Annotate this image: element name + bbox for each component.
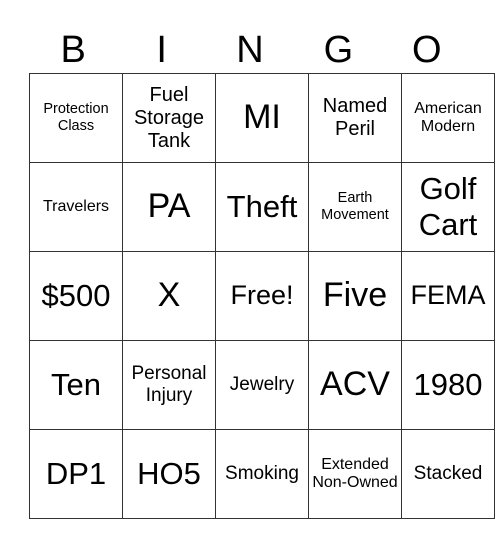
bingo-header: B I N G O: [29, 28, 471, 72]
bingo-cell free-space[interactable]: Free!: [215, 251, 309, 341]
bingo-cell[interactable]: Jewelry: [215, 340, 309, 430]
grid-row: Travelers PA Theft Earth Movement Golf C…: [29, 162, 495, 252]
bingo-cell[interactable]: Extended Non-Owned: [308, 429, 402, 519]
bingo-cell[interactable]: DP1: [29, 429, 123, 519]
bingo-cell[interactable]: Smoking: [215, 429, 309, 519]
grid-row: Ten Personal Injury Jewelry ACV 1980: [29, 340, 495, 430]
header-letter-g: G: [323, 29, 354, 71]
bingo-cell[interactable]: X: [122, 251, 216, 341]
bingo-cell[interactable]: Five: [308, 251, 402, 341]
bingo-cell[interactable]: 1980: [401, 340, 495, 430]
bingo-cell[interactable]: Earth Movement: [308, 162, 402, 252]
bingo-cell[interactable]: Travelers: [29, 162, 123, 252]
bingo-cell[interactable]: PA: [122, 162, 216, 252]
grid-row: DP1 HO5 Smoking Extended Non-Owned Stack…: [29, 429, 495, 519]
grid-row: $500 X Free! Five FEMA: [29, 251, 495, 341]
bingo-cell[interactable]: Ten: [29, 340, 123, 430]
bingo-cell[interactable]: Protection Class: [29, 73, 123, 163]
header-letter-i: I: [156, 29, 167, 71]
header-letter-n: N: [236, 29, 264, 71]
header-letter-o: O: [412, 29, 442, 71]
bingo-cell[interactable]: Named Peril: [308, 73, 402, 163]
bingo-cell[interactable]: Personal Injury: [122, 340, 216, 430]
bingo-cell[interactable]: Stacked: [401, 429, 495, 519]
bingo-grid: Protection Class Fuel Storage Tank MI Na…: [29, 73, 495, 519]
bingo-cell[interactable]: Theft: [215, 162, 309, 252]
grid-row: Protection Class Fuel Storage Tank MI Na…: [29, 73, 495, 163]
bingo-cell[interactable]: Fuel Storage Tank: [122, 73, 216, 163]
bingo-cell[interactable]: HO5: [122, 429, 216, 519]
bingo-cell[interactable]: ACV: [308, 340, 402, 430]
bingo-cell[interactable]: $500: [29, 251, 123, 341]
header-letter-b: B: [60, 29, 86, 71]
bingo-cell[interactable]: MI: [215, 73, 309, 163]
bingo-cell[interactable]: Golf Cart: [401, 162, 495, 252]
bingo-cell[interactable]: American Modern: [401, 73, 495, 163]
bingo-cell[interactable]: FEMA: [401, 251, 495, 341]
